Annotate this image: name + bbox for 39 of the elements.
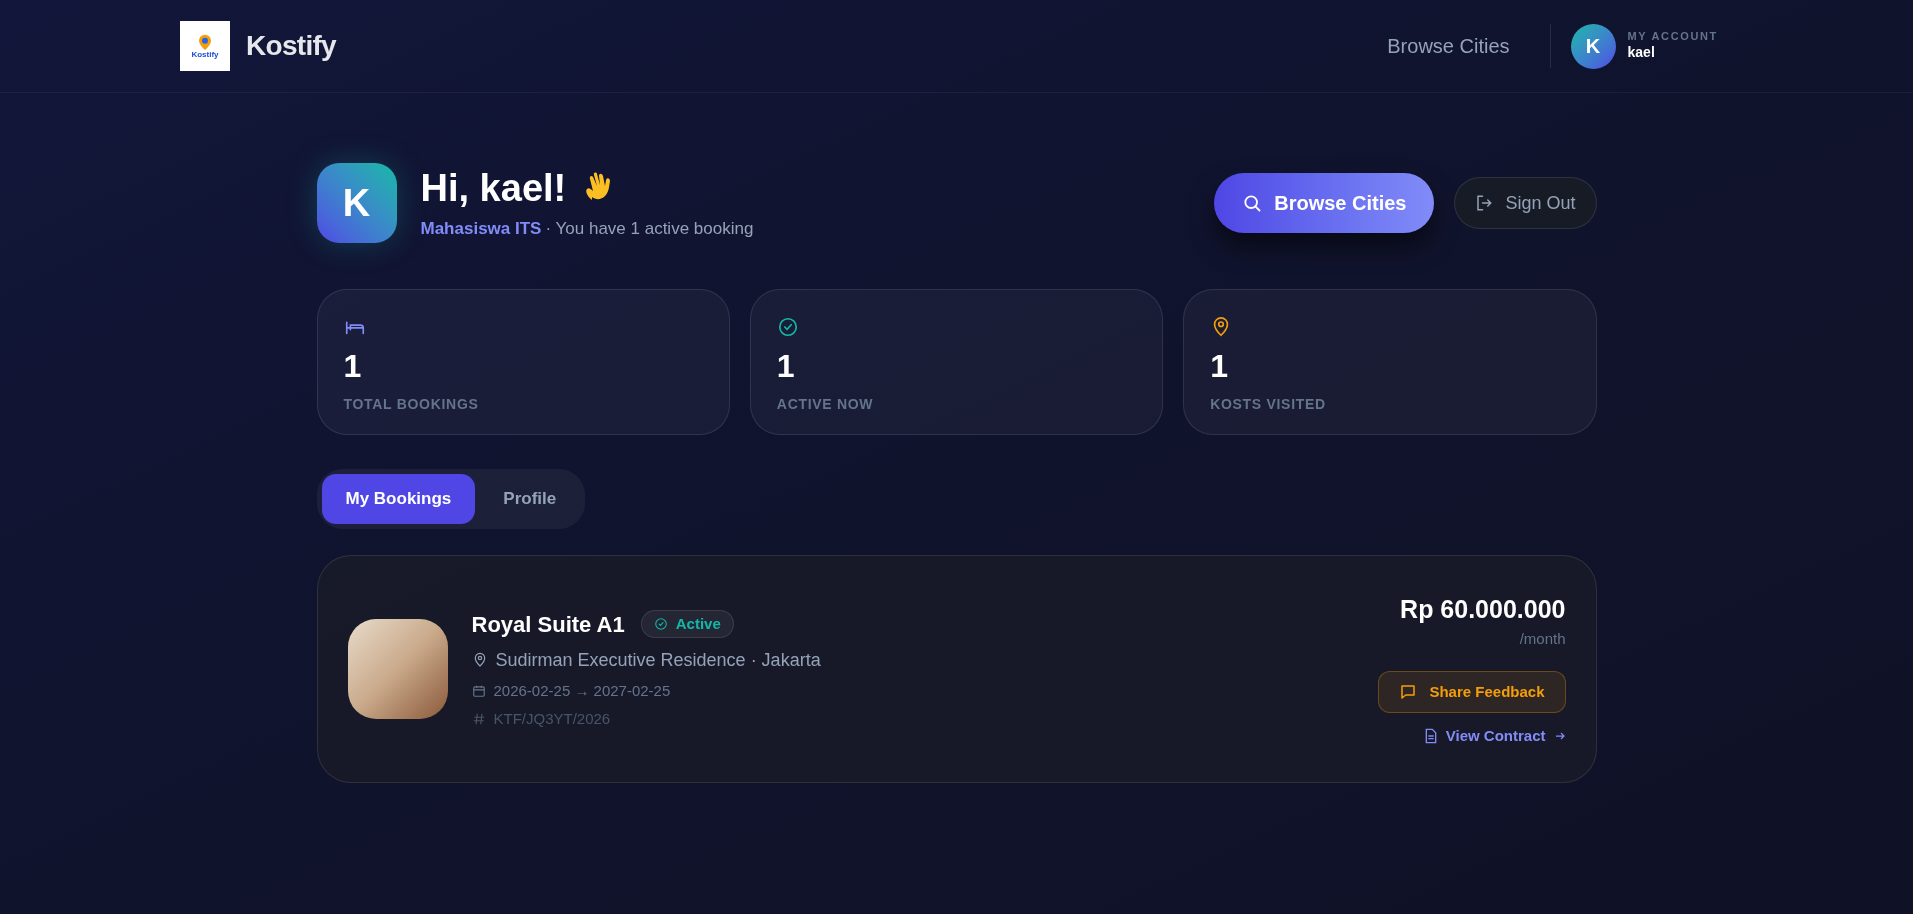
pin-logo-icon xyxy=(197,33,213,51)
location-text: Sudirman Executive Residence · Jakarta xyxy=(495,648,821,672)
stat-label: KOSTS VISITED xyxy=(1210,395,1327,414)
sign-out-icon xyxy=(1475,194,1494,212)
stat-value: 1 xyxy=(1210,350,1229,382)
calendar-icon xyxy=(471,683,486,698)
sign-out-button[interactable]: Sign Out xyxy=(1454,177,1597,229)
price-period: /month xyxy=(1519,629,1566,650)
profile-avatar: K xyxy=(316,163,397,243)
booking-code: KTF/JQ3YT/2026 xyxy=(493,709,611,729)
account-name: kael xyxy=(1627,44,1656,62)
browse-cities-button[interactable]: Browse Cities xyxy=(1214,173,1435,233)
arrow-right-icon xyxy=(1553,730,1566,742)
document-icon xyxy=(1423,728,1438,744)
share-feedback-button[interactable]: Share Feedback xyxy=(1378,670,1566,713)
stat-label: TOTAL BOOKINGS xyxy=(343,395,480,414)
stat-value: 1 xyxy=(343,350,363,382)
brand-name: Kostify xyxy=(246,29,336,63)
stat-label: ACTIVE NOW xyxy=(776,395,875,414)
view-contract-link[interactable]: View Contract xyxy=(1423,724,1566,748)
stat-value: 1 xyxy=(776,350,796,382)
search-icon xyxy=(1242,193,1263,213)
avatar[interactable]: K xyxy=(1570,23,1616,69)
logo-text: Kostify xyxy=(191,51,219,59)
status-badge: Active xyxy=(640,610,734,638)
date-range: 2026-02-25 → 2027-02-25 xyxy=(493,680,671,701)
price: Rp 60.000.000 xyxy=(1400,593,1566,625)
hash-icon xyxy=(471,712,486,727)
tab[interactable]: My Bookings xyxy=(321,474,476,524)
browse-cities-link[interactable]: Browse Cities xyxy=(1387,31,1550,61)
tab[interactable]: Profile xyxy=(479,474,581,524)
check-icon xyxy=(653,617,668,631)
booking-summary: · You have 1 active booking xyxy=(545,218,754,240)
role-text: Mahasiswa ITS xyxy=(420,218,542,240)
account-label: MY ACCOUNT xyxy=(1627,30,1718,45)
chat-icon xyxy=(1399,682,1418,701)
greeting-title: Hi, kael! xyxy=(420,165,567,211)
room-name: Royal Suite A1 xyxy=(471,610,625,639)
logo[interactable]: Kostify xyxy=(180,21,230,71)
